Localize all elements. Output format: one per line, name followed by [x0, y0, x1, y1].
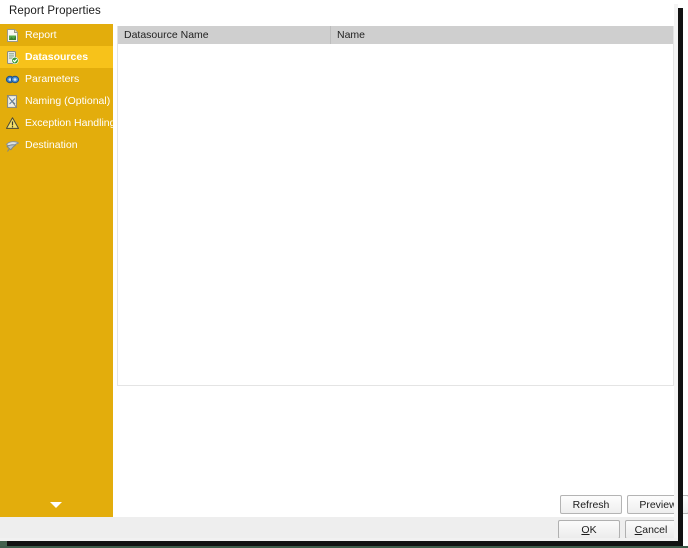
main-content: Datasource Name Name Refresh Preview — [113, 24, 688, 517]
parameters-rings-icon — [5, 72, 20, 87]
datasources-list-body[interactable] — [118, 44, 673, 384]
naming-tag-icon — [5, 94, 20, 109]
list-header: Datasource Name Name — [118, 26, 673, 44]
ok-label-suffix: K — [589, 523, 597, 536]
warning-triangle-icon — [5, 116, 20, 131]
database-check-icon — [5, 50, 20, 65]
ok-accel-key: O — [581, 523, 590, 536]
report-document-icon — [5, 28, 20, 43]
report-properties-dialog: Report Properties Report Datasources Par… — [0, 0, 688, 541]
sidebar-item-report[interactable]: Report — [0, 24, 113, 46]
cancel-label-suffix: ancel — [642, 523, 668, 536]
datasources-list-panel: Datasource Name Name — [117, 26, 674, 386]
sidebar-item-label: Naming (Optional) — [25, 95, 111, 107]
sidebar-item-label: Report — [25, 29, 57, 41]
destination-send-icon — [5, 138, 20, 153]
sidebar-item-destination[interactable]: Destination — [0, 134, 113, 156]
sidebar-item-label: Parameters — [25, 73, 80, 85]
title-bar: Report Properties — [0, 0, 678, 24]
chevron-down-icon[interactable] — [50, 502, 62, 508]
cancel-accel-key: C — [634, 523, 643, 536]
cancel-button[interactable]: Cancel — [625, 520, 677, 539]
column-header-datasource-name[interactable]: Datasource Name — [118, 26, 330, 44]
sidebar-nav: Report Datasources Parameters Naming (Op… — [0, 24, 113, 517]
sidebar-item-label: Datasources — [25, 51, 89, 63]
refresh-button[interactable]: Refresh — [560, 495, 622, 514]
ok-button[interactable]: OK — [558, 520, 620, 539]
sidebar-item-parameters[interactable]: Parameters — [0, 68, 113, 90]
sidebar-item-naming[interactable]: Naming (Optional) — [0, 90, 113, 112]
column-header-name[interactable]: Name — [330, 26, 673, 44]
sidebar-item-exception-handling[interactable]: Exception Handling — [0, 112, 113, 134]
sidebar-item-label: Destination — [25, 139, 78, 151]
window-frame-right-shadow — [678, 8, 683, 548]
sidebar-item-datasources[interactable]: Datasources — [0, 46, 113, 68]
sidebar-item-label: Exception Handling — [25, 117, 113, 129]
window-title: Report Properties — [9, 5, 101, 17]
